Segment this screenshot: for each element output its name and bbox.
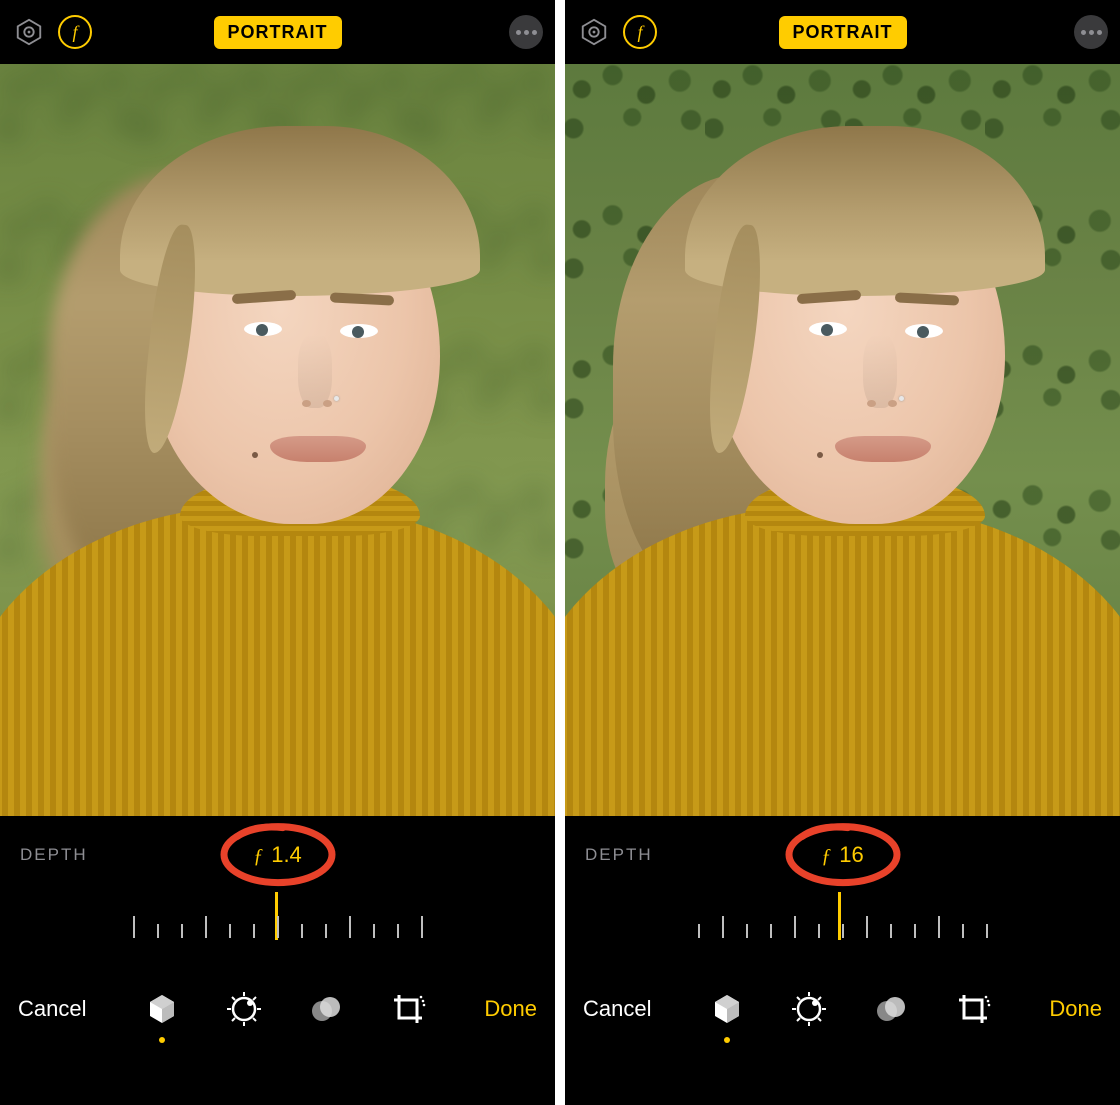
bottom-toolbar: Cancel Done	[0, 964, 555, 1054]
editor-panel-left: f PORTRAIT DEPTH ƒ 1.4	[0, 0, 555, 1105]
bottom-toolbar: Cancel Done	[565, 964, 1120, 1054]
cancel-button[interactable]: Cancel	[583, 996, 651, 1022]
filters-circles-icon[interactable]	[306, 989, 346, 1029]
slider-ticks	[698, 916, 988, 938]
fstop-icon[interactable]: f	[623, 15, 657, 49]
done-button[interactable]: Done	[484, 996, 537, 1022]
adjust-dial-icon[interactable]	[224, 989, 264, 1029]
adjust-dial-icon[interactable]	[789, 989, 829, 1029]
depth-label: DEPTH	[585, 845, 653, 865]
crop-rotate-icon[interactable]	[953, 989, 993, 1029]
tool-icons	[142, 989, 428, 1029]
aperture-hex-icon[interactable]	[12, 15, 46, 49]
depth-label: DEPTH	[20, 845, 88, 865]
lighting-cube-icon[interactable]	[142, 989, 182, 1029]
depth-slider[interactable]	[565, 894, 1120, 964]
photo-preview[interactable]	[0, 64, 555, 816]
more-button[interactable]	[509, 15, 543, 49]
cancel-button[interactable]: Cancel	[18, 996, 86, 1022]
top-left-controls: f	[12, 15, 92, 49]
top-bar: f PORTRAIT	[0, 0, 555, 64]
top-bar: f PORTRAIT	[565, 0, 1120, 64]
photo-preview[interactable]	[565, 64, 1120, 816]
filters-circles-icon[interactable]	[871, 989, 911, 1029]
done-button[interactable]: Done	[1049, 996, 1102, 1022]
fstop-prefix: ƒ	[253, 845, 263, 868]
more-button[interactable]	[1074, 15, 1108, 49]
fstop-number: 1.4	[271, 842, 302, 868]
crop-rotate-icon[interactable]	[388, 989, 428, 1029]
top-left-controls: f	[577, 15, 657, 49]
fstop-icon[interactable]: f	[58, 15, 92, 49]
fstop-prefix: ƒ	[821, 845, 831, 868]
depth-value: ƒ 1.4	[253, 842, 302, 868]
portrait-subject	[0, 64, 555, 816]
depth-readout-row: DEPTH ƒ 1.4	[0, 816, 555, 894]
mode-badge[interactable]: PORTRAIT	[214, 16, 342, 49]
depth-value: ƒ 16	[821, 842, 863, 868]
slider-ticks	[133, 916, 423, 938]
fstop-number: 16	[839, 842, 863, 868]
portrait-subject	[565, 64, 1120, 816]
more-icon	[1081, 30, 1102, 35]
depth-slider[interactable]	[0, 894, 555, 964]
tool-icons	[707, 989, 993, 1029]
mode-badge[interactable]: PORTRAIT	[779, 16, 907, 49]
more-icon	[516, 30, 537, 35]
depth-readout-row: DEPTH ƒ 16	[565, 816, 1120, 894]
aperture-hex-icon[interactable]	[577, 15, 611, 49]
editor-panel-right: f PORTRAIT DEPTH ƒ 16	[565, 0, 1120, 1105]
lighting-cube-icon[interactable]	[707, 989, 747, 1029]
